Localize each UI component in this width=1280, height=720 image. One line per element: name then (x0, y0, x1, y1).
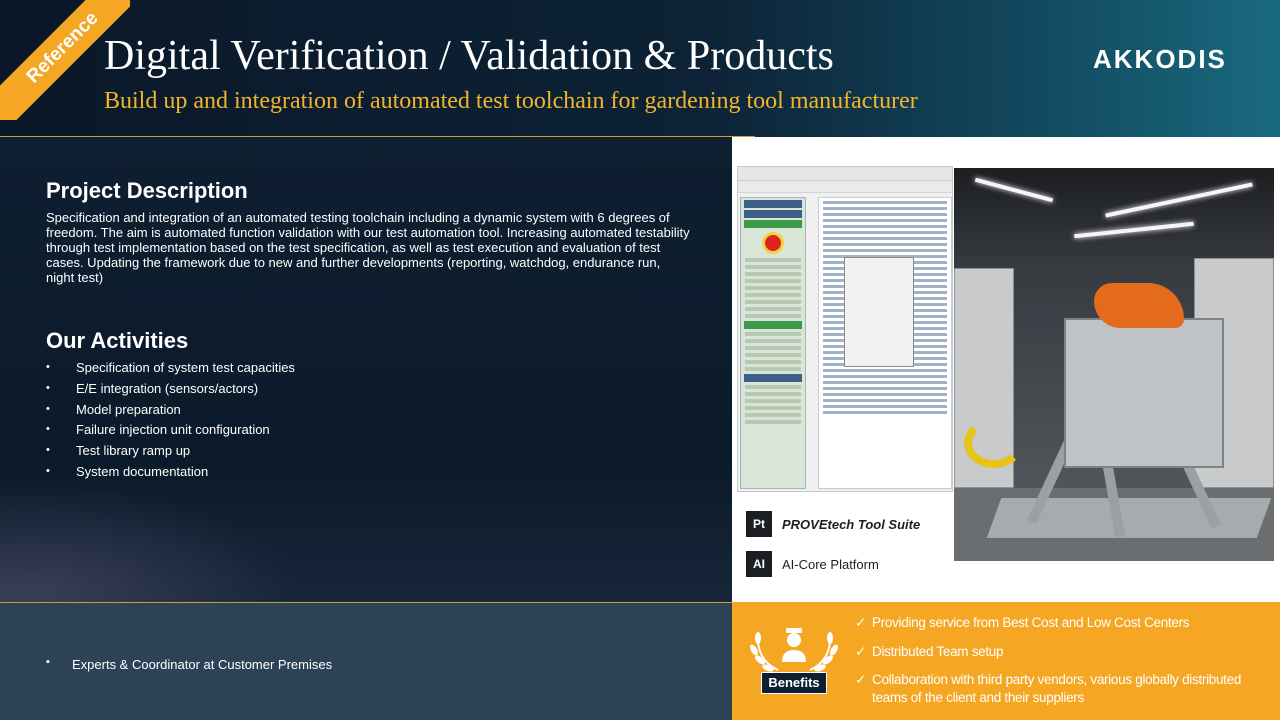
provetech-label: PROVEtech Tool Suite (782, 516, 921, 532)
ai-core-icon: AI (746, 551, 772, 577)
bottom-divider (0, 602, 732, 603)
activities-list: Specification of system test capacities … (46, 360, 295, 485)
provetech-tool: Pt PROVEtech Tool Suite (746, 511, 920, 537)
list-item: Providing service from Best Cost and Low… (855, 614, 1275, 632)
akkodis-logo: AKKODIS (1093, 44, 1227, 74)
list-item: Failure injection unit configuration (46, 422, 295, 443)
project-description-heading: Project Description (46, 178, 248, 203)
test-rig-photo (954, 168, 1274, 561)
list-item: E/E integration (sensors/actors) (46, 381, 295, 402)
ai-core-label: AI-Core Platform (782, 556, 879, 572)
benefits-list: Providing service from Best Cost and Low… (855, 614, 1275, 707)
laurel-icon (750, 628, 838, 672)
list-item: Model preparation (46, 402, 295, 423)
engagement-item: Experts & Coordinator at Customer Premis… (46, 656, 332, 672)
ai-core-tool: AI AI-Core Platform (746, 551, 879, 577)
decorative-glow (0, 480, 300, 602)
list-item: Specification of system test capacities (46, 360, 295, 381)
list-item: Distributed Team setup (855, 643, 1275, 661)
provetech-icon: Pt (746, 511, 772, 537)
project-description-text: Specification and integration of an auto… (46, 210, 690, 285)
activities-heading: Our Activities (46, 328, 189, 353)
list-item: System documentation (46, 464, 295, 485)
benefits-label: Benefits (761, 672, 827, 694)
reference-label: Reference (22, 7, 103, 88)
page-subtitle: Build up and integration of automated te… (104, 88, 918, 114)
list-item: Collaboration with third party vendors, … (855, 671, 1275, 707)
list-item: Test library ramp up (46, 443, 295, 464)
page-title: Digital Verification / Validation & Prod… (104, 33, 834, 79)
test-tool-screenshot (737, 166, 953, 492)
engagement-panel: Experts & Coordinator at Customer Premis… (0, 602, 732, 720)
